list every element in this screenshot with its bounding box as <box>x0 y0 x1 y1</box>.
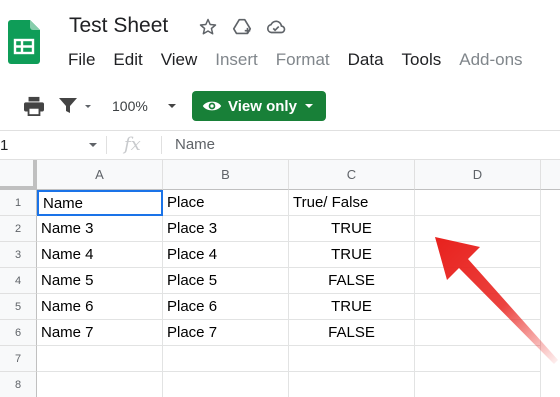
chevron-down-icon <box>304 104 313 108</box>
column-header-e[interactable] <box>541 160 560 190</box>
cell-c4[interactable]: FALSE <box>289 268 415 294</box>
print-icon <box>24 96 44 116</box>
row-header-5[interactable]: 5 <box>0 294 37 320</box>
cell-a5[interactable]: Name 6 <box>37 294 163 320</box>
row-header-1[interactable]: 1 <box>0 190 37 216</box>
view-only-label: View only <box>228 97 297 115</box>
cell-d2[interactable] <box>415 216 541 242</box>
cell-d6[interactable] <box>415 320 541 346</box>
menu-edit[interactable]: Edit <box>113 50 142 70</box>
formula-bar: 1 fx Name <box>0 130 560 160</box>
cell-a6[interactable]: Name 7 <box>37 320 163 346</box>
name-box-value: 1 <box>0 136 9 154</box>
formula-input[interactable]: Name <box>175 136 215 153</box>
chevron-down-icon <box>167 104 176 108</box>
cell-b6[interactable]: Place 7 <box>163 320 289 346</box>
row-header-7[interactable]: 7 <box>0 346 37 372</box>
cell-c8[interactable] <box>289 372 415 397</box>
cell-c7[interactable] <box>289 346 415 372</box>
cell-b8[interactable] <box>163 372 289 397</box>
cell-c1[interactable]: True/ False <box>289 190 415 216</box>
zoom-select[interactable]: 100% <box>112 94 182 118</box>
column-header-b[interactable]: B <box>163 160 289 190</box>
name-box[interactable]: 1 <box>0 131 106 159</box>
cell-b2[interactable]: Place 3 <box>163 216 289 242</box>
cell-c6[interactable]: FALSE <box>289 320 415 346</box>
menu-file[interactable]: File <box>68 50 95 70</box>
star-icon[interactable] <box>196 14 220 40</box>
cell-d3[interactable] <box>415 242 541 268</box>
spreadsheet-grid: A B C D 1 2 3 4 5 6 7 8 Name Place True/… <box>0 160 560 397</box>
cell-c3[interactable]: TRUE <box>289 242 415 268</box>
menu-format[interactable]: Format <box>276 50 330 70</box>
sheets-logo[interactable] <box>8 20 40 64</box>
eye-icon <box>202 101 222 111</box>
row-header-4[interactable]: 4 <box>0 268 37 294</box>
cell-b7[interactable] <box>163 346 289 372</box>
column-header-d[interactable]: D <box>415 160 541 190</box>
toolbar: 100% View only <box>0 86 560 126</box>
cell-a8[interactable] <box>37 372 163 397</box>
cloud-saved-icon[interactable] <box>264 14 288 40</box>
chevron-down-icon <box>85 105 91 108</box>
filter-button[interactable] <box>56 94 96 118</box>
column-header-a[interactable]: A <box>37 160 163 190</box>
divider <box>161 136 162 154</box>
cell-d4[interactable] <box>415 268 541 294</box>
cell-c5[interactable]: TRUE <box>289 294 415 320</box>
menu-data[interactable]: Data <box>348 50 384 70</box>
menu-add-ons[interactable]: Add-ons <box>459 50 522 70</box>
menu-insert[interactable]: Insert <box>215 50 258 70</box>
cell-d8[interactable] <box>415 372 541 397</box>
cell-b3[interactable]: Place 4 <box>163 242 289 268</box>
move-to-drive-icon[interactable] <box>230 14 254 40</box>
menu-view[interactable]: View <box>161 50 198 70</box>
cell-a3[interactable]: Name 4 <box>37 242 163 268</box>
row-header-3[interactable]: 3 <box>0 242 37 268</box>
menu-bar: File Edit View Insert Format Data Tools … <box>68 50 541 70</box>
select-all-corner[interactable] <box>0 160 37 190</box>
cell-b5[interactable]: Place 6 <box>163 294 289 320</box>
cell-a4[interactable]: Name 5 <box>37 268 163 294</box>
chevron-down-icon <box>89 143 97 147</box>
print-button[interactable] <box>21 94 47 118</box>
row-header-6[interactable]: 6 <box>0 320 37 346</box>
fx-icon: fx <box>124 134 141 155</box>
menu-tools[interactable]: Tools <box>402 50 442 70</box>
divider <box>106 136 107 154</box>
cell-b4[interactable]: Place 5 <box>163 268 289 294</box>
zoom-value: 100% <box>112 98 148 114</box>
cell-a1[interactable]: Name <box>37 190 163 216</box>
cell-a2[interactable]: Name 3 <box>37 216 163 242</box>
cell-d1[interactable] <box>415 190 541 216</box>
filter-icon <box>59 98 77 113</box>
cell-d5[interactable] <box>415 294 541 320</box>
row-header-2[interactable]: 2 <box>0 216 37 242</box>
document-title[interactable]: Test Sheet <box>69 14 168 38</box>
column-header-c[interactable]: C <box>289 160 415 190</box>
cell-c2[interactable]: TRUE <box>289 216 415 242</box>
cell-d7[interactable] <box>415 346 541 372</box>
row-header-8[interactable]: 8 <box>0 372 37 397</box>
cell-a7[interactable] <box>37 346 163 372</box>
cell-b1[interactable]: Place <box>163 190 289 216</box>
view-only-button[interactable]: View only <box>192 91 326 121</box>
